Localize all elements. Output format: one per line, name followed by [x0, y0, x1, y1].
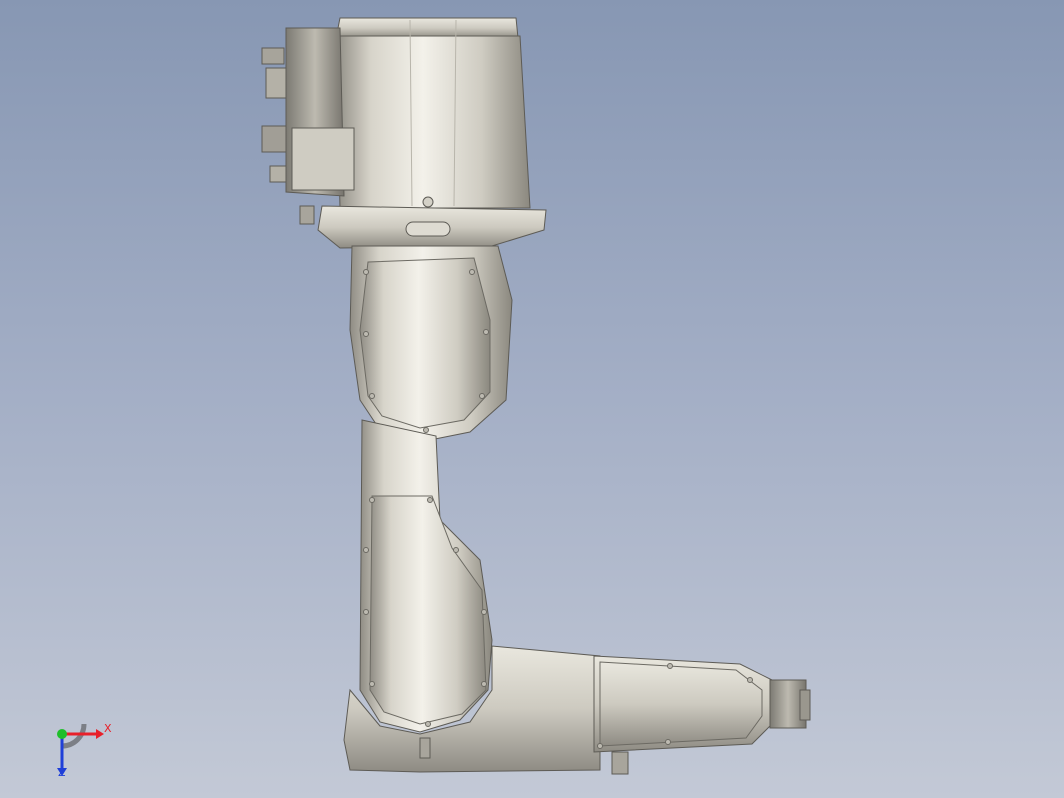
- y-axis-point: [57, 729, 67, 739]
- wrist-flange-face[interactable]: [799, 689, 811, 721]
- cad-viewport[interactable]: [0, 0, 1064, 798]
- base-bottom-bolt: [299, 205, 315, 225]
- lower-arm-cover[interactable]: [369, 495, 487, 725]
- base-top-plate[interactable]: [335, 17, 519, 39]
- connector-plug-1[interactable]: [261, 47, 285, 65]
- base-bolt: [422, 196, 434, 208]
- robot-arm-model[interactable]: [261, 17, 811, 775]
- z-axis-label: Z: [58, 766, 66, 779]
- connector-panel[interactable]: [291, 127, 355, 191]
- forearm-cover[interactable]: [599, 661, 763, 747]
- connector-plug-3[interactable]: [261, 125, 287, 153]
- elbow-fitting: [419, 737, 431, 759]
- base-label-plate: [405, 221, 451, 237]
- x-arrowhead: [96, 729, 104, 739]
- forearm-fitting: [611, 751, 629, 775]
- connector-plug-2[interactable]: [265, 67, 287, 99]
- base-housing[interactable]: [335, 35, 531, 209]
- shoulder-cover[interactable]: [359, 257, 491, 429]
- coordinate-triad: X Z: [48, 716, 118, 782]
- x-axis-label: X: [104, 722, 112, 735]
- connector-plug-4[interactable]: [269, 165, 287, 183]
